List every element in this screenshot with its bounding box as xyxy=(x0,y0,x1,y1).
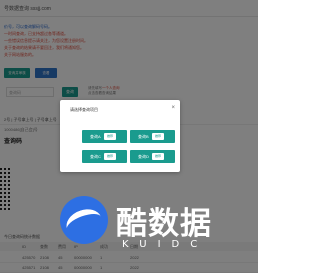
watermark-subtitle: KUIDC xyxy=(122,239,209,250)
close-icon[interactable]: × xyxy=(171,105,175,111)
option-label: 查询B xyxy=(138,134,149,139)
logo-swoosh xyxy=(62,204,106,242)
dialog-title: 请选择查询项目 xyxy=(70,107,98,112)
option-badge: 推荐 xyxy=(104,153,116,160)
watermark-title: 酷数据 xyxy=(116,206,212,242)
option-label: 查询A xyxy=(90,134,101,139)
watermark-logo-icon xyxy=(60,196,108,244)
option-badge: 推荐 xyxy=(104,133,116,140)
option-label: 查询C xyxy=(90,154,101,159)
page-root: 号数据查询 sssjj.com 价号，可以查询解码号码。 一时间查询，已支持超过… xyxy=(0,0,258,273)
query-option-c-button[interactable]: 查询C 推荐 xyxy=(82,150,127,163)
query-option-b-button[interactable]: 查询B 推荐 xyxy=(130,130,175,143)
option-label: 查询D xyxy=(138,154,149,159)
query-option-a-button[interactable]: 查询A 推荐 xyxy=(82,130,127,143)
select-query-dialog: 请选择查询项目 × 查询A 推荐 查询B 推荐 查询C 推荐 查询D 推荐 xyxy=(60,100,180,172)
option-badge: 推荐 xyxy=(152,153,164,160)
query-option-d-button[interactable]: 查询D 推荐 xyxy=(130,150,175,163)
option-badge: 推荐 xyxy=(152,133,164,140)
